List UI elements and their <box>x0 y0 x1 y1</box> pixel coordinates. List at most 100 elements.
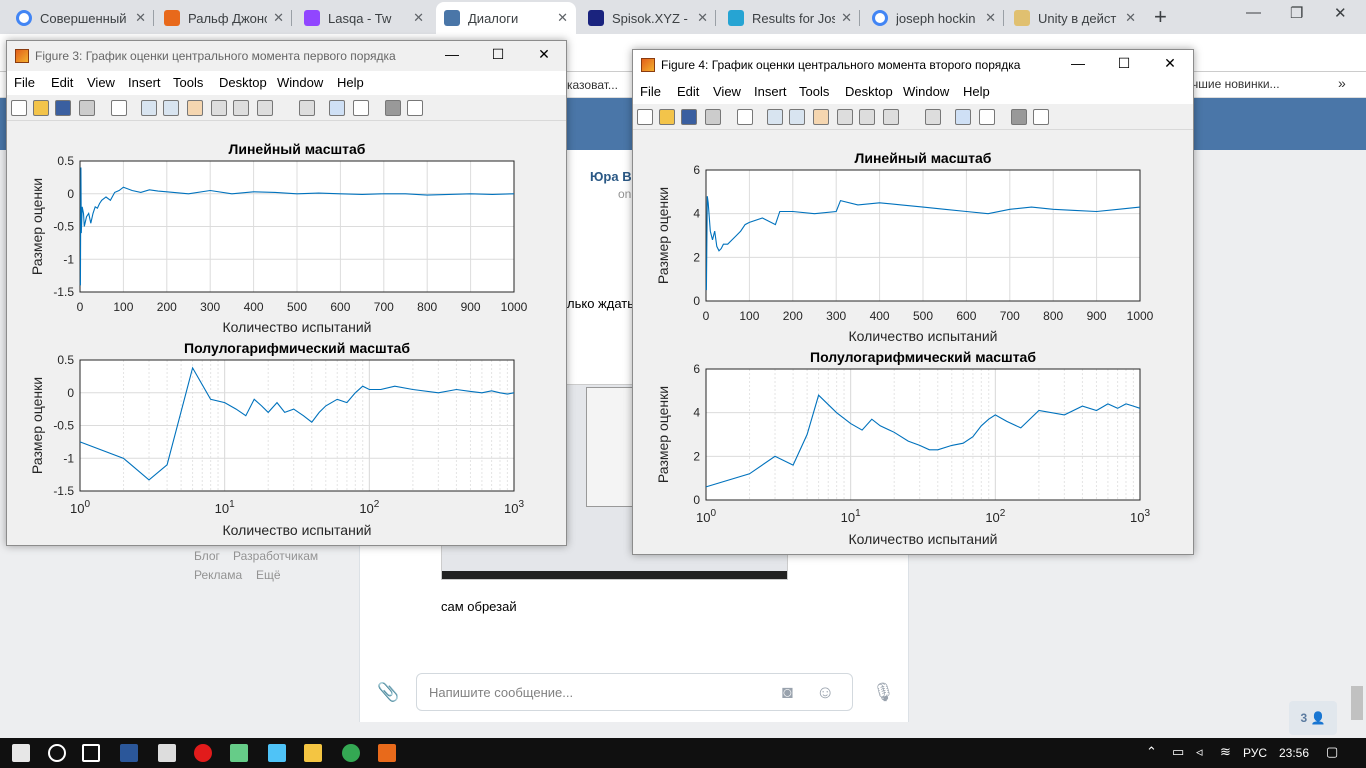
menu-file[interactable]: File <box>640 84 661 99</box>
app-icon[interactable] <box>268 744 286 762</box>
pan-icon[interactable] <box>813 109 829 125</box>
opera-icon[interactable] <box>194 744 212 762</box>
new-figure-icon[interactable] <box>637 109 653 125</box>
maximize-icon[interactable]: ☐ <box>481 46 515 63</box>
footer-link[interactable]: Блог <box>194 549 220 563</box>
matlab-icon[interactable] <box>378 744 396 762</box>
chrome-icon[interactable] <box>342 744 360 762</box>
menu-edit[interactable]: Edit <box>677 84 699 99</box>
menu-help[interactable]: Help <box>337 75 364 90</box>
menu-desktop[interactable]: Desktop <box>219 75 267 90</box>
zoom-in-icon[interactable] <box>767 109 783 125</box>
browser-tab-active[interactable]: Диалоги ✕ <box>436 2 576 34</box>
restore-icon[interactable]: ❐ <box>1290 4 1303 22</box>
browser-tab[interactable]: Ральф Джонс ✕ <box>156 2 292 34</box>
data-cursor-icon[interactable] <box>859 109 875 125</box>
menu-edit[interactable]: Edit <box>51 75 73 90</box>
bookmark-item[interactable]: казоват... <box>567 78 618 92</box>
browser-tab[interactable]: Spisok.XYZ - C✕ <box>580 2 716 34</box>
browser-tab[interactable]: Lasqa - Tw ✕ <box>296 2 432 34</box>
hide-tools-icon[interactable] <box>385 100 401 116</box>
chevron-right-icon[interactable]: » <box>1338 75 1346 91</box>
pan-icon[interactable] <box>187 100 203 116</box>
browser-tab[interactable]: Results for Jos ✕ <box>720 2 860 34</box>
browser-tab[interactable]: joseph hockin ✕ <box>864 2 1004 34</box>
open-icon[interactable] <box>659 109 675 125</box>
title-bar[interactable]: Figure 4: График оценки центрального мом… <box>633 50 1193 80</box>
clock[interactable]: 23:56 <box>1279 746 1309 760</box>
menu-window[interactable]: Window <box>277 75 323 90</box>
close-icon[interactable]: ✕ <box>841 10 852 26</box>
show-tools-icon[interactable] <box>407 100 423 116</box>
word-icon[interactable] <box>120 744 138 762</box>
search-icon[interactable] <box>48 744 66 762</box>
menu-tools[interactable]: Tools <box>799 84 829 99</box>
close-icon[interactable]: ✕ <box>273 10 284 26</box>
save-icon[interactable] <box>681 109 697 125</box>
minimize-icon[interactable]: — <box>435 46 469 62</box>
menu-view[interactable]: View <box>87 75 115 90</box>
menu-insert[interactable]: Insert <box>128 75 161 90</box>
app-icon[interactable] <box>230 744 248 762</box>
close-icon[interactable]: ✕ <box>557 10 568 26</box>
legend-icon[interactable] <box>353 100 369 116</box>
save-icon[interactable] <box>55 100 71 116</box>
link-icon[interactable] <box>299 100 315 116</box>
browser-tab[interactable]: Совершенный ✕ <box>8 2 154 34</box>
maximize-icon[interactable]: ☐ <box>1107 55 1141 72</box>
close-icon[interactable]: ✕ <box>413 10 424 26</box>
close-icon[interactable]: ✕ <box>1334 4 1347 22</box>
browser-tab[interactable]: Unity в дейст ✕ <box>1006 2 1144 34</box>
zoom-in-icon[interactable] <box>141 100 157 116</box>
print-icon[interactable] <box>705 109 721 125</box>
attach-icon[interactable]: 📎 <box>377 682 399 703</box>
print-icon[interactable] <box>79 100 95 116</box>
participants-counter[interactable]: 3 👤 <box>1289 701 1337 735</box>
scrollbar[interactable] <box>1351 686 1363 720</box>
tray-chevron-icon[interactable]: ⌃ <box>1146 744 1157 760</box>
task-view-icon[interactable] <box>82 744 100 762</box>
close-icon[interactable]: ✕ <box>1125 10 1136 26</box>
menu-window[interactable]: Window <box>903 84 949 99</box>
zoom-out-icon[interactable] <box>163 100 179 116</box>
microphone-icon[interactable]: 🎙 <box>872 682 895 703</box>
minimize-icon[interactable]: — <box>1061 55 1095 71</box>
colorbar-icon[interactable] <box>329 100 345 116</box>
menu-file[interactable]: File <box>14 75 35 90</box>
minimize-icon[interactable]: — <box>1246 4 1261 21</box>
rotate-icon[interactable] <box>211 100 227 116</box>
network-icon[interactable]: ≋ <box>1220 744 1231 760</box>
close-icon[interactable]: ✕ <box>697 10 708 26</box>
pointer-icon[interactable] <box>111 100 127 116</box>
calculator-icon[interactable] <box>158 744 176 762</box>
figure-window[interactable]: Figure 3: График оценки центрального мом… <box>6 40 567 546</box>
notifications-icon[interactable]: ▢ <box>1326 744 1338 760</box>
emoji-icon[interactable]: ☺ <box>816 682 834 703</box>
footer-link[interactable]: Реклама <box>194 568 242 582</box>
volume-icon[interactable]: ◃ <box>1196 744 1203 760</box>
close-icon[interactable]: ✕ <box>527 46 561 63</box>
close-icon[interactable]: ✕ <box>1153 55 1187 72</box>
menu-insert[interactable]: Insert <box>754 84 787 99</box>
pointer-icon[interactable] <box>737 109 753 125</box>
colorbar-icon[interactable] <box>955 109 971 125</box>
footer-link[interactable]: Ещё <box>256 568 281 582</box>
hide-tools-icon[interactable] <box>1011 109 1027 125</box>
menu-view[interactable]: View <box>713 84 741 99</box>
rotate-icon[interactable] <box>837 109 853 125</box>
close-icon[interactable]: ✕ <box>135 10 146 26</box>
battery-icon[interactable]: ▭ <box>1172 744 1184 760</box>
new-figure-icon[interactable] <box>11 100 27 116</box>
link-icon[interactable] <box>925 109 941 125</box>
show-tools-icon[interactable] <box>1033 109 1049 125</box>
menu-tools[interactable]: Tools <box>173 75 203 90</box>
data-cursor-icon[interactable] <box>233 100 249 116</box>
footer-link[interactable]: Разработчикам <box>233 549 318 563</box>
figure-window[interactable]: Figure 4: График оценки центрального мом… <box>632 49 1194 555</box>
zoom-out-icon[interactable] <box>789 109 805 125</box>
windows-start-icon[interactable] <box>12 744 30 762</box>
camera-icon[interactable]: ◙ <box>782 682 793 703</box>
open-icon[interactable] <box>33 100 49 116</box>
legend-icon[interactable] <box>979 109 995 125</box>
title-bar[interactable]: Figure 3: График оценки центрального мом… <box>7 41 566 71</box>
